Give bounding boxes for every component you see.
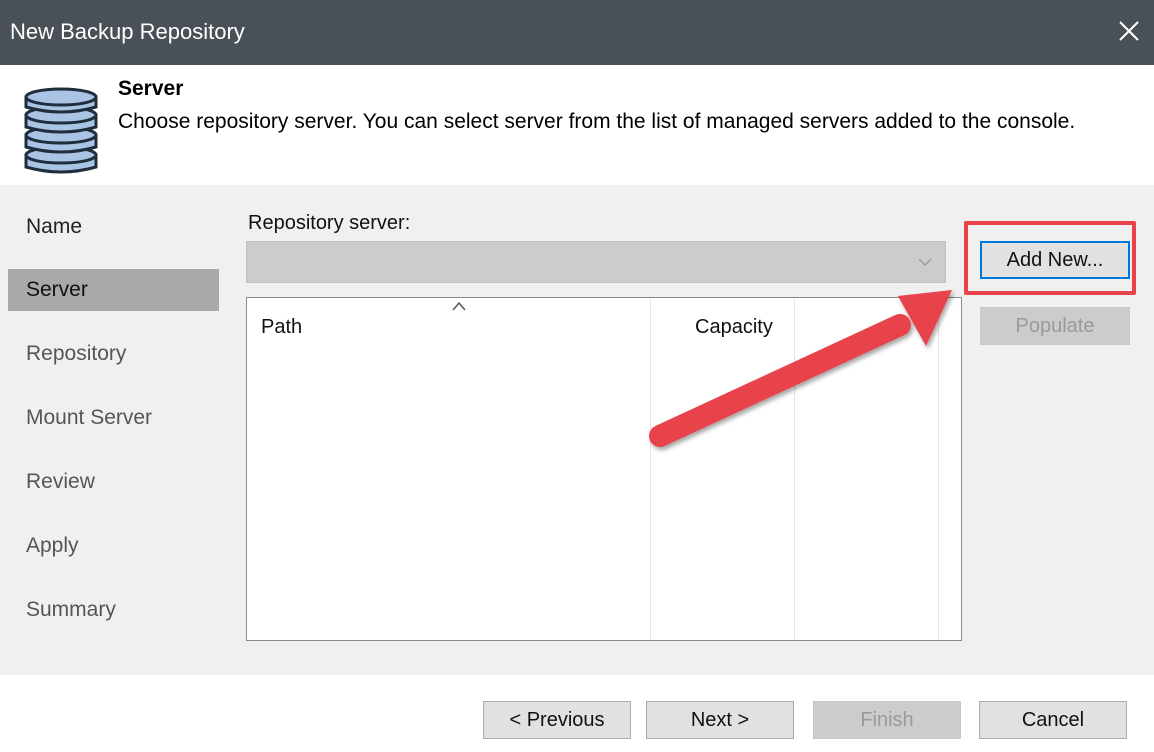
chevron-down-icon (918, 258, 932, 267)
sort-up-icon (452, 301, 466, 311)
column-header-path[interactable]: Path (261, 316, 302, 339)
column-divider (938, 298, 939, 640)
repository-server-label: Repository server: (248, 212, 411, 234)
add-new-button[interactable]: Add New... (980, 241, 1130, 279)
populate-button: Populate (980, 307, 1130, 345)
next-button[interactable]: Next > (646, 701, 794, 739)
step-name[interactable]: Name (8, 206, 219, 248)
column-header-capacity[interactable]: Capacity (695, 316, 773, 339)
column-divider (650, 298, 651, 640)
repository-server-dropdown[interactable] (246, 241, 946, 283)
wizard-content: Repository server: Add New... Populate P… (232, 185, 1154, 675)
close-icon[interactable] (1110, 12, 1146, 50)
step-server[interactable]: Server (8, 269, 219, 311)
step-summary: Summary (26, 598, 116, 621)
title-bar: New Backup Repository (0, 0, 1154, 65)
step-review: Review (26, 470, 95, 493)
step-repository: Repository (26, 342, 127, 365)
page-title: Server (118, 77, 184, 100)
table-header: Path Capacity (247, 298, 961, 348)
database-icon (24, 87, 98, 174)
page-description: Choose repository server. You can select… (118, 110, 1076, 133)
cancel-button[interactable]: Cancel (979, 701, 1127, 739)
previous-button[interactable]: < Previous (483, 701, 631, 739)
column-divider (794, 298, 795, 640)
step-mount-server: Mount Server (26, 406, 153, 429)
wizard-steps: Name Server Repository Mount Server Revi… (0, 185, 232, 675)
wizard-header: Server Choose repository server. You can… (0, 65, 1154, 185)
wizard-footer: < Previous Next > Finish Cancel (0, 675, 1154, 752)
finish-button: Finish (813, 701, 961, 739)
window-title: New Backup Repository (10, 19, 245, 44)
server-paths-table[interactable]: Path Capacity (246, 297, 962, 641)
step-apply: Apply (26, 534, 79, 557)
